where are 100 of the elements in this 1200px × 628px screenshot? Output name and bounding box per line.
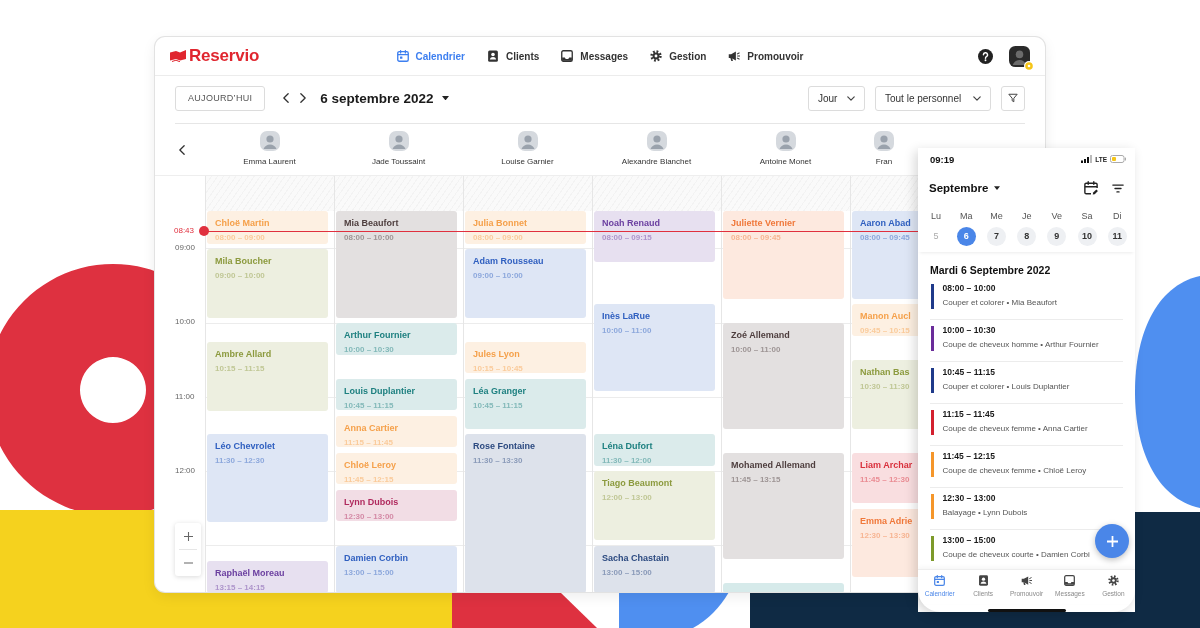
today-button[interactable]: AUJOURD’HUI [175,85,266,111]
appointment-card[interactable]: Liam Archar 11:45 – 12:30 [852,453,918,503]
appointment-time: 10:45 – 11:15 [942,366,995,378]
appointment-card[interactable]: Adam Rousseau 09:00 – 10:00 [465,249,586,318]
appointment-card[interactable]: Raphaël Moreau 13:15 – 14:15 [207,561,328,592]
add-button[interactable] [1095,524,1129,558]
appointment-card[interactable]: Mia Beaufort 08:00 – 10:00 [336,211,457,318]
client-name: Chloë Leroy [344,460,396,471]
appointment-card[interactable]: Lynn Dubois 12:30 – 13:00 [336,490,457,521]
appointment-card[interactable]: Noah Renaud 08:00 – 09:15 [594,211,715,262]
weekday-label: Sa [1081,210,1093,222]
megaphone-icon [1021,574,1032,586]
filter-button[interactable] [1001,85,1025,111]
weekday-label: Ma [960,210,973,222]
appointment-card[interactable]: Inès LaRue 10:00 – 11:00 [594,304,715,391]
nav-tab[interactable]: Messages [561,50,629,62]
appointment-card[interactable]: Ambre Allard 10:15 – 11:15 [207,342,328,411]
staff-name: Alexandre Blanchet [621,157,692,166]
appointment-time: 10:45 – 11:15 [344,401,394,411]
appointment-time: 08:00 – 09:00 [473,233,523,243]
date-button[interactable]: 7 [986,226,1006,246]
appointment-details: Couper et colorer • Louis Duplantier [942,380,1070,392]
client-name: Jules Lyon [473,349,520,360]
chevron-right-icon[interactable] [300,93,307,103]
appointment-card[interactable]: Zoé Allemand 10:00 – 11:00 [723,323,844,429]
appointment-details: Coupe de cheveux homme • Arthur Fournier [942,338,1099,350]
appointment-time: 12:30 – 13:00 [344,512,394,522]
client-name: Liam Archar [860,460,913,471]
calendar-edit-icon[interactable] [1084,181,1098,195]
client-name: Mila Boucher [215,256,272,267]
client-name: Nathan Bas [860,367,910,378]
client-name: Damien Corbin [344,553,408,564]
nav-tab[interactable]: Gestion [650,50,707,62]
appointment-card[interactable]: Mila Boucher 09:00 – 10:00 [207,249,328,318]
appointment-card[interactable]: Léna Dufort 11:30 – 12:00 [594,434,715,466]
client-name: Inès LaRue [602,311,650,322]
appointment-card[interactable]: Mohamed Allemand 11:45 – 13:15 [723,453,844,559]
appointment-card[interactable]: Tiago Beaumont 12:00 – 13:00 [594,471,715,540]
client-name: Louis Duplantier [344,386,415,397]
client-name: Tiago Beaumont [602,478,673,489]
date-button[interactable]: 11 [1107,226,1127,246]
client-name: Noah Renaud [602,218,660,229]
date-button[interactable]: 8 [1017,226,1037,246]
contact-card-icon [977,574,989,586]
appointment-time: 09:00 – 10:00 [215,271,265,281]
view-dropdown[interactable]: Jour [808,85,865,111]
appointment-card[interactable]: Arthur Fournier 10:00 – 10:30 [336,323,457,355]
appointment-time: 10:30 – 11:30 [860,382,910,392]
appointment-time: 11:30 – 12:30 [215,456,265,466]
appointment-card[interactable]: Nathan Bas 10:30 – 11:30 [852,360,918,429]
client-name: Sacha Chastain [602,553,670,564]
date-button[interactable]: 6 [956,226,976,246]
client-name: Zoé Allemand [731,330,790,341]
client-name: Adam Rousseau [473,256,544,267]
appointment-details: Couper et colorer • Mia Beaufort [942,296,1057,308]
appointment-time: 10:15 – 11:15 [215,364,265,374]
date-button[interactable]: 10 [1077,226,1097,246]
calendar-icon [396,50,409,62]
appointment-card[interactable]: Léo Chevrolet 11:30 – 12:30 [207,434,328,522]
nav-tab[interactable]: Calendrier [396,50,465,62]
hour-label: 11:00 [175,391,195,402]
client-name: Juliette Vernier [731,218,796,229]
appointment-card[interactable]: Louis Duplantier 10:45 – 11:15 [336,379,457,410]
date-picker-button[interactable]: 6 septembre 2022 [320,90,449,106]
appointment-card[interactable]: Aaron Abad 08:00 – 09:45 [852,211,918,299]
filter-lines-icon[interactable] [1112,183,1124,193]
client-name: Julia Bonnet [473,218,527,229]
hour-label: 12:00 [175,465,196,476]
minus-icon [183,562,193,564]
appointment-time: 09:00 – 10:00 [473,271,523,281]
appointment-time: 10:00 – 10:30 [942,324,996,336]
weekday-label: Je [1021,210,1032,222]
client-name: Anna Cartier [344,423,398,434]
chevron-left-icon[interactable] [179,144,185,155]
client-name: Lynn Dubois [344,497,399,508]
staff-name: Antoine Monet [759,157,812,166]
appointment-time: 08:00 – 09:00 [215,233,265,243]
client-name: Manon Aucl [860,311,911,322]
filter-icon [1008,93,1018,103]
date-button[interactable]: 9 [1047,226,1067,246]
nav-tab[interactable]: Promouvoir [728,50,804,62]
nav-tab[interactable]: Clients [486,50,540,62]
chevron-left-icon[interactable] [283,93,290,103]
current-time-label: 08:43 [174,226,195,236]
appointment-time: 08:00 – 10:00 [344,233,394,243]
client-name: Léna Dufort [602,441,653,452]
appointment-card[interactable]: Rose Fontaine 11:30 – 13:30 [465,434,586,592]
appointment-card[interactable]: Sacha Chastain 13:00 – 15:00 [594,546,715,592]
client-name: Emma Adrie [860,516,913,527]
chevron-down-icon [847,95,855,101]
avatar-icon [388,131,409,151]
client-name: Arthur Fournier [344,330,411,341]
appointment-card[interactable]: Léa Granger 10:45 – 11:15 [465,379,586,429]
staff-name: Louise Garnier [501,157,554,166]
help-icon[interactable] [978,48,993,64]
appointment-card[interactable]: Damien Corbin 13:00 – 15:00 [336,546,457,592]
appointment-time: 10:00 – 11:00 [602,326,652,336]
month-picker-button[interactable]: Septembre [929,182,1001,194]
user-avatar-icon[interactable] [1009,45,1030,67]
staff-dropdown[interactable]: Tout le personnel [875,85,991,111]
